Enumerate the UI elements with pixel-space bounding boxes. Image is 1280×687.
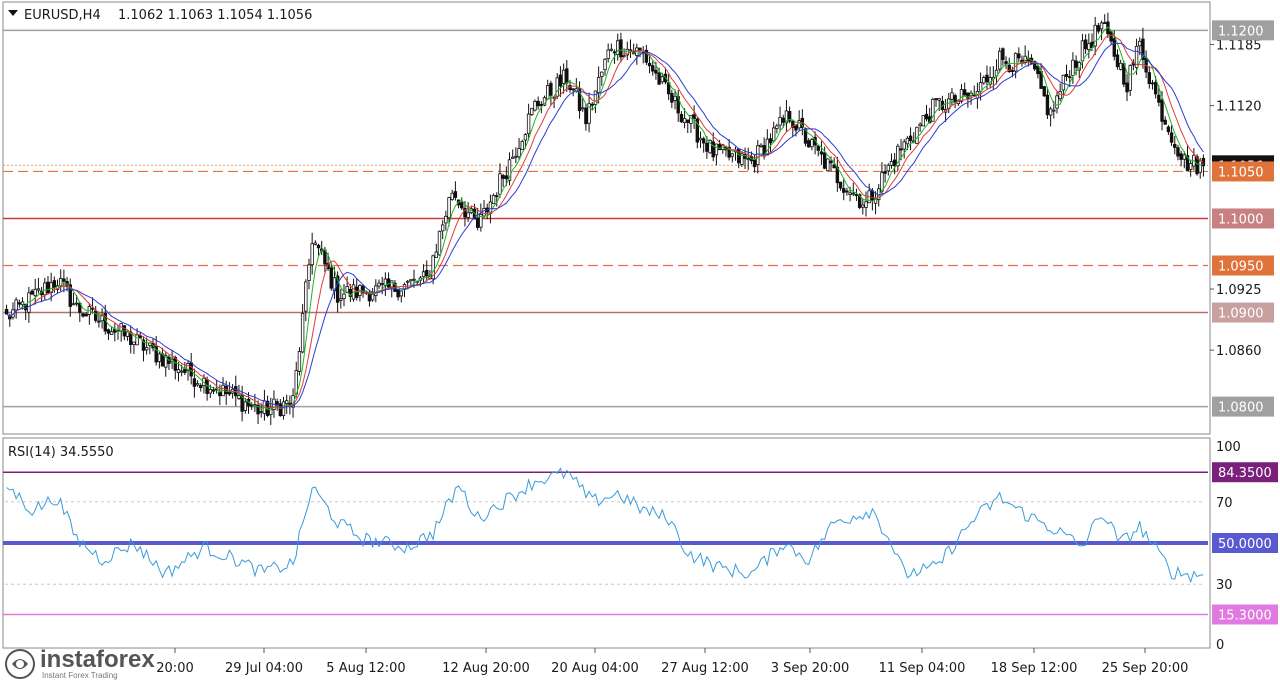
candle: [997, 47, 1002, 73]
candle: [1042, 85, 1046, 98]
svg-text:84.3500: 84.3500: [1218, 466, 1272, 481]
level-1-1000-tag: 1.1000: [1212, 208, 1274, 229]
time-tick-label: 29 Jul 04:00: [225, 661, 303, 676]
level-1-1200-tag: 1.1200: [1212, 20, 1274, 41]
symbol-label: EURUSD,H4: [24, 8, 101, 23]
time-tick-label: 5 Aug 12:00: [326, 661, 405, 676]
rsi-tick-label: 100: [1216, 440, 1241, 455]
price-tick-label: 1.0860: [1216, 344, 1262, 359]
svg-text:1.0800: 1.0800: [1218, 401, 1264, 416]
time-tick-label: 12 Aug 20:00: [442, 661, 530, 676]
level-1-0950-tag: 1.0950: [1212, 255, 1274, 276]
trading-chart[interactable]: 1.11851.11201.09251.08601.12001.10561.10…: [0, 0, 1280, 683]
price-tick-label: 1.1120: [1216, 100, 1262, 115]
svg-text:1.1200: 1.1200: [1218, 24, 1264, 39]
instaforex-swirl-icon: [5, 649, 35, 679]
candle: [740, 151, 744, 167]
time-tick-label: 20 Aug 04:00: [551, 661, 639, 676]
rsi-tick-label: 70: [1216, 496, 1233, 511]
time-tick-label: 25 Sep 20:00: [1102, 661, 1189, 676]
brand-name: instaforex: [40, 646, 155, 673]
time-tick-label: 20:00: [156, 661, 193, 676]
candle: [491, 193, 496, 205]
price-tick-label: 1.1185: [1216, 38, 1262, 53]
rsi-level-84-tag: 84.3500: [1212, 462, 1278, 483]
candle: [520, 139, 524, 151]
brand-logo: instaforex Instant Forex Trading: [4, 646, 155, 682]
rsi-level-15-tag: 15.3000: [1212, 604, 1278, 625]
price-tick-label: 1.0925: [1216, 283, 1262, 298]
svg-text:1.1050: 1.1050: [1218, 165, 1264, 180]
chart-header: EURUSD,H4 1.1062 1.1063 1.1054 1.1056: [8, 8, 312, 23]
brand-tagline: Instant Forex Trading: [42, 671, 118, 680]
time-tick-label: 3 Sep 20:00: [771, 661, 850, 676]
rsi-header-label: RSI(14) 34.5550: [8, 445, 114, 460]
rsi-level-50-tag: 50.0000: [1212, 533, 1278, 553]
candle: [530, 107, 534, 116]
level-1-0800-tag: 1.0800: [1212, 396, 1274, 417]
level-1-0900-tag: 1.0900: [1212, 302, 1274, 323]
candle: [437, 230, 442, 256]
time-tick-label: 11 Sep 04:00: [879, 661, 966, 676]
svg-text:50.0000: 50.0000: [1218, 537, 1272, 552]
candle: [297, 347, 302, 376]
candle: [915, 126, 919, 144]
candle: [826, 158, 830, 172]
chart-canvas[interactable]: 1.11851.11201.09251.08601.12001.10561.10…: [0, 0, 1280, 683]
svg-text:1.0950: 1.0950: [1218, 260, 1264, 275]
svg-text:1.1000: 1.1000: [1218, 212, 1264, 227]
ohlc-label: 1.1062 1.1063 1.1054 1.1056: [118, 8, 312, 23]
candle: [533, 99, 537, 112]
svg-text:15.3000: 15.3000: [1218, 608, 1272, 623]
time-tick-label: 27 Aug 12:00: [661, 661, 749, 676]
rsi-tick-label: 0: [1216, 638, 1224, 653]
level-1-1050-tag: 1.1050: [1212, 161, 1274, 182]
rsi-tick-label: 30: [1216, 578, 1233, 593]
svg-text:1.0900: 1.0900: [1218, 307, 1264, 322]
candle: [921, 115, 926, 127]
time-tick-label: 18 Sep 12:00: [991, 661, 1078, 676]
